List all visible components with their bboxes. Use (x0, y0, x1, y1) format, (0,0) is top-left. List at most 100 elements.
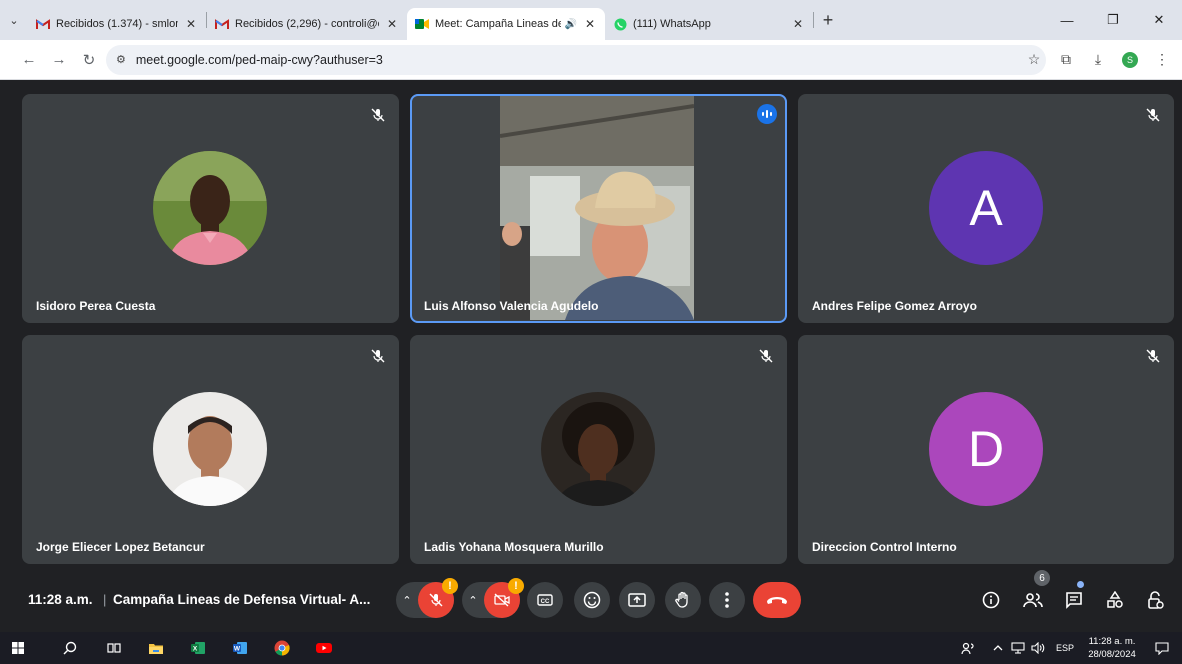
profile-button[interactable]: S (1116, 46, 1144, 74)
forward-button[interactable]: → (44, 45, 74, 75)
emoji-button[interactable] (574, 582, 610, 618)
url-text: meet.google.com/ped-maip-cwy?authuser=3 (135, 52, 383, 67)
mic-toggle-button[interactable]: ! (418, 578, 458, 618)
notifications-icon[interactable] (1150, 636, 1174, 660)
participant-name: Direccion Control Interno (812, 540, 957, 554)
mic-off-icon (1142, 345, 1164, 367)
word-icon[interactable]: W (228, 636, 252, 660)
excel-icon[interactable]: X (186, 636, 210, 660)
url-bar[interactable]: ⚙ meet.google.com/ped-maip-cwy?authuser=… (106, 44, 1046, 75)
unread-dot-badge (1077, 581, 1084, 588)
chrome-icon[interactable] (270, 636, 294, 660)
camera-toggle-button[interactable]: ! (484, 578, 524, 618)
close-window-button[interactable]: ✕ (1136, 0, 1182, 40)
camera-off-icon (494, 593, 510, 607)
tab-title: Recibidos (1.374) - smlondono( (56, 18, 178, 30)
tab-gmail-1[interactable]: Recibidos (1.374) - smlondono( ✕ (28, 8, 206, 40)
participant-tile[interactable]: D Direccion Control Interno (798, 335, 1174, 564)
meeting-time: 11:28 a.m. (28, 592, 93, 607)
hang-up-icon (767, 597, 787, 604)
browser-tab-strip: ⌄ Recibidos (1.374) - smlondono( ✕ Recib… (0, 0, 1182, 40)
reload-button[interactable]: ↻ (74, 45, 104, 75)
divider: | (103, 592, 107, 607)
camera-control: ⌃ ! (462, 578, 524, 618)
close-icon[interactable]: ✕ (385, 17, 399, 31)
mic-off-icon (755, 345, 777, 367)
participant-tile-active[interactable]: Luis Alfonso Valencia Agudelo (410, 94, 787, 323)
leave-call-button[interactable] (753, 582, 801, 618)
activities-button[interactable] (1101, 586, 1129, 614)
address-toolbar: ← → ↻ ⚙ meet.google.com/ped-maip-cwy?aut… (0, 40, 1182, 80)
system-clock[interactable]: 11:28 a. m. 28/08/2024 (1084, 635, 1140, 661)
svg-text:X: X (193, 646, 198, 653)
host-controls-button[interactable] (1141, 586, 1169, 614)
speaker-icon[interactable]: 🔊 (565, 19, 577, 30)
chevron-up-icon[interactable]: ⌃ (396, 594, 418, 607)
download-icon[interactable]: ⤓ (1084, 46, 1112, 74)
mic-off-icon (1142, 104, 1164, 126)
participant-tile[interactable]: Isidoro Perea Cuesta (22, 94, 399, 323)
search-icon[interactable] (58, 636, 82, 660)
close-icon[interactable]: ✕ (184, 17, 198, 31)
volume-icon[interactable] (1026, 636, 1050, 660)
participant-photo (153, 392, 267, 506)
warning-badge: ! (442, 578, 458, 594)
raise-hand-button[interactable] (665, 582, 701, 618)
more-menu-icon[interactable]: ⋮ (1148, 46, 1176, 74)
people-tray-icon[interactable] (956, 636, 980, 660)
captions-button[interactable]: CC (527, 582, 563, 618)
meeting-control-bar: 11:28 a.m. | Campaña Lineas de Defensa V… (0, 570, 1182, 624)
new-tab-button[interactable]: + (814, 0, 842, 40)
warning-badge: ! (508, 578, 524, 594)
windows-taskbar: X W ESP 11:28 a. m. 28/08/2024 (0, 632, 1182, 664)
gmail-icon (215, 17, 229, 31)
tab-gmail-2[interactable]: Recibidos (2,296) - controli@el ✕ (207, 8, 407, 40)
meet-icon (415, 17, 429, 31)
tab-title: Meet: Campaña Lineas de D (435, 18, 561, 30)
participant-name: Luis Alfonso Valencia Agudelo (424, 299, 599, 313)
participant-count-badge: 6 (1034, 570, 1050, 586)
people-button[interactable] (1019, 586, 1047, 614)
close-icon[interactable]: ✕ (791, 17, 805, 31)
present-screen-button[interactable] (619, 582, 655, 618)
extensions-icon[interactable]: ⧉ (1052, 46, 1080, 74)
tab-title: (111) WhatsApp (633, 18, 711, 30)
whatsapp-icon (613, 17, 627, 31)
svg-text:W: W (234, 646, 241, 653)
close-icon[interactable]: ✕ (583, 17, 597, 31)
file-explorer-icon[interactable] (144, 636, 168, 660)
task-view-icon[interactable] (102, 636, 126, 660)
participant-tile[interactable]: Jorge Eliecer Lopez Betancur (22, 335, 399, 564)
speaking-indicator-icon (757, 104, 777, 124)
participant-tile[interactable]: Ladis Yohana Mosquera Murillo (410, 335, 787, 564)
chevron-up-icon[interactable]: ⌃ (462, 594, 484, 607)
youtube-icon[interactable] (312, 636, 336, 660)
site-settings-icon[interactable]: ⚙ (116, 53, 126, 66)
hand-icon (675, 591, 688, 608)
restore-button[interactable]: ❐ (1090, 0, 1136, 40)
participant-photo (541, 392, 655, 506)
tab-search-button[interactable]: ⌄ (0, 0, 28, 40)
captions-icon: CC (537, 594, 553, 606)
participant-name: Isidoro Perea Cuesta (36, 299, 156, 313)
chat-icon (1066, 592, 1082, 609)
tab-meet[interactable]: Meet: Campaña Lineas de D 🔊 ✕ (407, 8, 605, 40)
tab-whatsapp[interactable]: (111) WhatsApp ✕ (605, 8, 813, 40)
minimize-button[interactable]: — (1044, 0, 1090, 40)
chat-button[interactable] (1060, 586, 1088, 614)
star-icon[interactable]: ☆ (1020, 46, 1048, 74)
participant-name: Ladis Yohana Mosquera Murillo (424, 540, 604, 554)
gmail-icon (36, 17, 50, 31)
windows-start-icon[interactable] (6, 636, 30, 660)
more-vert-icon (725, 592, 729, 608)
mic-control: ⌃ ! (396, 578, 458, 618)
participant-name: Jorge Eliecer Lopez Betancur (36, 540, 205, 554)
participant-tile[interactable]: A Andres Felipe Gomez Arroyo (798, 94, 1174, 323)
info-icon (982, 591, 1000, 609)
back-button[interactable]: ← (14, 45, 44, 75)
more-options-button[interactable] (709, 582, 745, 618)
meeting-details-button[interactable] (977, 586, 1005, 614)
clock-time: 11:28 a. m. (1088, 636, 1136, 647)
language-indicator[interactable]: ESP (1056, 643, 1074, 653)
tab-title: Recibidos (2,296) - controli@el (235, 18, 379, 30)
